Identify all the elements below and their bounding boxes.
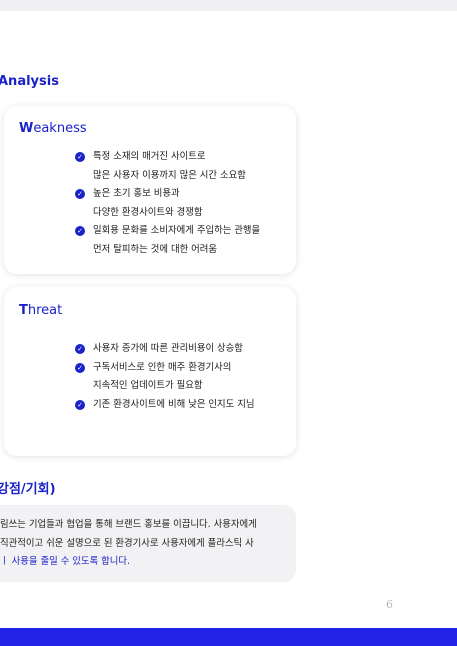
list-item: ✓ 높은 초기 홍보 비용과 다양한 환경사이트와 경쟁함 <box>75 185 290 222</box>
list-item: ✓ 사용자 증가에 따른 관리비용이 상승함 <box>75 340 290 359</box>
list-item: ✓ 구독서비스로 인한 매주 환경기사의 지속적인 업데이트가 필요함 <box>75 359 290 396</box>
item-line: 기존 환경사이트에 비해 낮은 인지도 지님 <box>93 398 255 410</box>
check-circle-icon: ✓ <box>75 152 85 162</box>
weakness-title-initial: W <box>19 121 34 136</box>
item-line: 특정 소재의 매거진 사이트로 <box>93 151 206 162</box>
page-number: 6 <box>386 598 393 611</box>
summary-line: ㅣ 사용을 줄일 수 있도록 합니다. <box>0 556 131 567</box>
item-line: 일회용 문화를 소비자에게 주입하는 관행을 <box>93 225 261 237</box>
item-line: 많은 사용자 이용까지 많은 시간 소요함 <box>93 169 246 181</box>
item-line: 사용자 증가에 따른 관리비용이 상승함 <box>93 343 243 354</box>
item-line: 높은 초기 홍보 비용과 <box>93 188 180 200</box>
weakness-card: Weakness ✓ 특정 소재의 매거진 사이트로 많은 사용자 이용까지 많… <box>4 106 296 274</box>
weakness-title: Weakness <box>19 121 87 136</box>
check-circle-icon: ✓ <box>75 226 85 237</box>
threat-card: Threat ✓ 사용자 증가에 따른 관리비용이 상승함 ✓ 구독서비스로 인… <box>4 287 296 456</box>
threat-list: ✓ 사용자 증가에 따른 관리비용이 상승함 ✓ 구독서비스로 인한 매주 환경… <box>75 340 290 414</box>
summary-box: 림쓰는 기업들과 협업을 통해 브랜드 홍보를 이끕니다. 사용자에게 직관적이… <box>0 505 296 582</box>
summary-line: 림쓰는 기업들과 협업을 통해 브랜드 홍보를 이끕니다. 사용자에게 <box>0 519 257 530</box>
bottom-bar <box>0 628 457 646</box>
threat-title: Threat <box>19 303 62 318</box>
check-circle-icon: ✓ <box>75 189 85 200</box>
section-title: Analysis <box>0 74 59 89</box>
check-circle-icon: ✓ <box>75 362 85 373</box>
list-item: ✓ 기존 환경사이트에 비해 낮은 인지도 지님 <box>75 396 290 415</box>
list-item: ✓ 특정 소재의 매거진 사이트로 많은 사용자 이용까지 많은 시간 소요함 <box>75 148 290 185</box>
weakness-list: ✓ 특정 소재의 매거진 사이트로 많은 사용자 이용까지 많은 시간 소요함 … <box>75 148 290 260</box>
list-item: ✓ 일회용 문화를 소비자에게 주입하는 관행을 먼저 탈피하는 것에 대한 어… <box>75 222 290 259</box>
weakness-title-rest: eakness <box>33 121 87 136</box>
check-circle-icon: ✓ <box>75 344 85 354</box>
summary-text: 림쓰는 기업들과 협업을 통해 브랜드 홍보를 이끕니다. 사용자에게 직관적이… <box>0 516 257 572</box>
item-line: 다양한 환경사이트와 경쟁함 <box>93 206 203 218</box>
top-strip <box>0 0 457 11</box>
item-line: 구독서비스로 인한 매주 환경기사의 <box>93 361 232 373</box>
summary-line: 직관적이고 쉬운 설명으로 된 환경기사로 사용자에게 플라스틱 사 <box>0 537 254 549</box>
item-line: 지속적인 업데이트가 필요함 <box>93 380 203 392</box>
item-line: 먼저 탈피하는 것에 대한 어려움 <box>93 243 218 255</box>
threat-title-rest: hreat <box>27 303 63 318</box>
threat-title-initial: T <box>19 303 28 318</box>
check-circle-icon: ✓ <box>75 399 85 410</box>
sub-heading: 강점/기회) <box>0 482 56 497</box>
